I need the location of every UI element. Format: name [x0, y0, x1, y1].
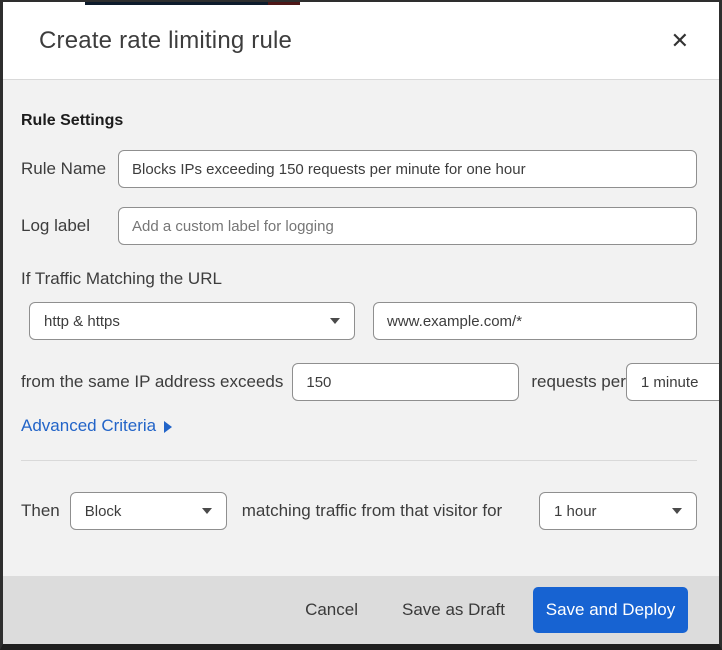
url-pattern-input[interactable] — [373, 302, 697, 340]
request-count-input[interactable] — [292, 363, 520, 401]
save-as-draft-button[interactable]: Save as Draft — [392, 592, 515, 628]
action-select-value: Block — [84, 502, 122, 520]
duration-select[interactable]: 1 hour — [539, 492, 697, 530]
background-page-sliver-red — [268, 2, 300, 5]
create-rate-limiting-rule-dialog: Create rate limiting rule ✕ Rule Setting… — [0, 0, 722, 650]
period-select-value: 1 minute — [640, 373, 699, 391]
log-label-input[interactable] — [118, 207, 697, 245]
save-and-deploy-button[interactable]: Save and Deploy — [533, 587, 688, 633]
traffic-match-intro: If Traffic Matching the URL — [21, 269, 222, 288]
dialog-title: Create rate limiting rule — [39, 26, 293, 54]
advanced-criteria-label: Advanced Criteria — [21, 416, 157, 435]
duration-select-value: 1 hour — [554, 502, 597, 520]
log-label-row: Log label — [21, 207, 697, 245]
background-page-sliver — [85, 2, 268, 5]
cancel-button[interactable]: Cancel — [295, 592, 368, 628]
threshold-prefix-text: from the same IP address exceeds — [21, 372, 284, 391]
close-icon[interactable]: ✕ — [667, 26, 693, 56]
dialog-body: Rule Settings Rule Name Log label If Tra… — [3, 80, 719, 576]
section-divider — [21, 460, 697, 461]
dialog-header: Create rate limiting rule ✕ — [3, 2, 719, 80]
rule-settings-heading: Rule Settings — [21, 112, 124, 129]
protocol-select-value: http & https — [44, 312, 120, 330]
rule-name-input[interactable] — [118, 150, 697, 188]
rule-name-row: Rule Name — [21, 150, 697, 188]
dialog-footer: Cancel Save as Draft Save and Deploy — [3, 576, 719, 644]
requests-per-text: requests per — [531, 372, 626, 391]
protocol-select[interactable]: http & https — [29, 302, 355, 340]
chevron-down-icon — [672, 508, 682, 514]
chevron-right-icon — [164, 421, 173, 433]
log-label-label: Log label — [21, 216, 91, 235]
then-label: Then — [21, 501, 60, 520]
action-row: Then Block matching traffic from that vi… — [21, 492, 697, 530]
action-middle-text: matching traffic from that visitor for — [241, 501, 503, 520]
chevron-down-icon — [330, 318, 340, 324]
action-select[interactable]: Block — [69, 492, 227, 530]
chevron-down-icon — [201, 508, 212, 514]
threshold-row: from the same IP address exceeds request… — [21, 363, 719, 401]
rule-name-label: Rule Name — [21, 159, 107, 178]
advanced-criteria-link[interactable]: Advanced Criteria — [21, 416, 173, 436]
period-select[interactable]: 1 minute — [625, 363, 719, 401]
protocol-url-row: http & https — [21, 302, 697, 340]
